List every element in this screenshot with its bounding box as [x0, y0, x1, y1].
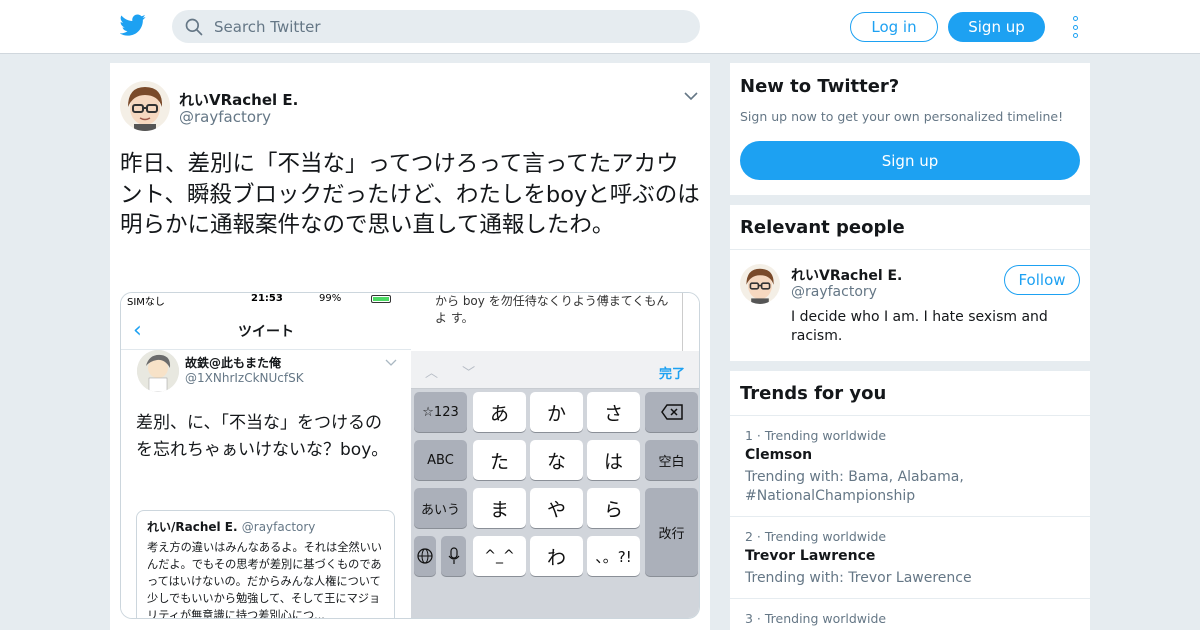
status-carrier: SIMなし: [127, 297, 165, 308]
phone-screenshot-right: から boy を勿任待なくりよう傅まてくもんよ す。 ︿ ﹀ 完了 ☆123 あ…: [411, 293, 699, 618]
keyboard-arrow-icons: ︿ ﹀: [425, 366, 486, 381]
author-avatar[interactable]: [120, 81, 170, 131]
key-ta: た: [473, 440, 526, 480]
search-box[interactable]: [172, 10, 700, 43]
battery-icon: [371, 295, 391, 303]
trends-title: Trends for you: [740, 383, 887, 404]
search-input[interactable]: [214, 17, 664, 36]
status-time: 21:53: [251, 293, 283, 304]
key-sa: さ: [587, 392, 640, 432]
key-aiu: あいう: [414, 488, 467, 528]
trend-item[interactable]: 1 · Trending worldwide Clemson Trending …: [730, 415, 1090, 516]
tweet-text: 昨日、差別に「不当な」ってつけろって言ってたアカウント、瞬殺ブロックだったけど、…: [120, 151, 700, 238]
chevron-down-icon[interactable]: [684, 91, 698, 101]
key-wa: わ: [530, 536, 583, 576]
relevant-people-card: Relevant people れいVRachel E. @rayfactory…: [730, 205, 1090, 361]
phone-nav-title: ツイート: [238, 324, 294, 340]
person-handle[interactable]: @rayfactory: [791, 284, 877, 300]
key-123: ☆123: [414, 392, 467, 432]
person-name[interactable]: れいVRachel E.: [791, 265, 902, 285]
quoted-text: 考え方の違いはみんなあるよ。それは全然いいんだよ。でもその思考が差別に基づくもの…: [147, 541, 382, 619]
key-enter: 改行: [645, 488, 698, 576]
trend-meta: 1 · Trending worldwide: [745, 428, 887, 443]
trend-related: Trending with: Trevor Lawerence: [745, 570, 972, 586]
key-ra: ら: [587, 488, 640, 528]
quoted-tweet: れい/Rachel E. @rayfactory 考え方の違いはみんなあるよ。そ…: [136, 510, 395, 619]
key-ma: ま: [473, 488, 526, 528]
new-to-twitter-card: New to Twitter? Sign up now to get your …: [730, 63, 1090, 195]
twitter-bird-logo-icon[interactable]: [120, 12, 146, 38]
key-na: な: [530, 440, 583, 480]
key-ka: か: [530, 392, 583, 432]
draft-area: から boy を勿任待なくりよう傅まてくもんよ す。: [411, 293, 699, 351]
phone-status-bar: SIMなし 21:53 99%: [121, 293, 411, 308]
more-options-icon[interactable]: [1068, 16, 1082, 38]
inner-author-name: 故鉄@此もまた俺: [185, 356, 282, 370]
inner-tweet-text: 差別、に、「不当な」をつけるのを忘れちゃぁいけないな？boy。: [136, 413, 389, 460]
author-name[interactable]: れいVRachel E.: [179, 89, 298, 110]
chevron-down-icon: [385, 359, 397, 366]
trend-name[interactable]: Clemson: [745, 447, 812, 463]
divider: [121, 349, 411, 350]
trend-item[interactable]: 3 · Trending worldwide: [730, 598, 1090, 630]
draft-text: から boy を勿任待なくりよう傅まてくもんよ す。: [435, 294, 669, 325]
japanese-keyboard: ︿ ﹀ 完了 ☆123 あ か さ ABC た な は 空白 あいう ま や ら: [411, 351, 699, 618]
keyboard-toolbar: ︿ ﹀ 完了: [411, 351, 699, 389]
quoted-author: れい/Rachel E. @rayfactory: [147, 520, 316, 534]
new-to-twitter-subtitle: Sign up now to get your own personalized…: [740, 109, 1064, 124]
sidebar-sign-up-button[interactable]: Sign up: [740, 141, 1080, 180]
tweet-card: れいVRachel E. @rayfactory 昨日、差別に「不当な」ってつけ…: [110, 63, 710, 630]
key-punctuation: 、。?!: [587, 536, 640, 576]
trends-card: Trends for you 1 · Trending worldwide Cl…: [730, 371, 1090, 630]
top-navigation-bar: Log in Sign up: [0, 0, 1200, 54]
status-battery-text: 99%: [319, 293, 342, 304]
author-handle[interactable]: @rayfactory: [179, 108, 271, 126]
divider: [730, 249, 1090, 250]
inner-avatar: [137, 350, 179, 392]
keyboard-done: 完了: [659, 367, 686, 382]
key-ya: や: [530, 488, 583, 528]
log-in-button[interactable]: Log in: [850, 12, 938, 42]
key-emoticon: ^_^: [473, 536, 526, 576]
search-icon: [185, 18, 203, 35]
trend-name[interactable]: Trevor Lawrence: [745, 548, 875, 564]
person-avatar[interactable]: [740, 264, 780, 304]
new-to-twitter-title: New to Twitter?: [740, 76, 900, 97]
trend-meta: 2 · Trending worldwide: [745, 529, 887, 544]
quoted-handle: @rayfactory: [241, 520, 316, 534]
backspace-icon: [645, 392, 698, 432]
phone-nav-bar: ‹ ツイート: [121, 315, 411, 345]
key-space: 空白: [645, 440, 698, 480]
trend-meta: 3 · Trending worldwide: [745, 611, 887, 626]
sign-up-button[interactable]: Sign up: [948, 12, 1045, 42]
key-abc: ABC: [414, 440, 467, 480]
phone-screenshot-left: SIMなし 21:53 99% ‹ ツイート 故鉄@此もまた俺 @1XNhrIz…: [121, 293, 411, 619]
trend-item[interactable]: 2 · Trending worldwide Trevor Lawrence T…: [730, 516, 1090, 598]
trend-related: Trending with: Bama, Alabama, #NationalC…: [745, 469, 964, 504]
relevant-people-title: Relevant people: [740, 217, 905, 238]
globe-icon: [414, 536, 436, 576]
tweet-media-image[interactable]: SIMなし 21:53 99% ‹ ツイート 故鉄@此もまた俺 @1XNhrIz…: [120, 292, 700, 619]
key-ha: は: [587, 440, 640, 480]
key-a: あ: [473, 392, 526, 432]
follow-button[interactable]: Follow: [1004, 265, 1080, 295]
inner-author-handle: @1XNhrIzCkNUcfSK: [185, 371, 304, 385]
microphone-icon: [441, 536, 466, 576]
person-bio: I decide who I am. I hate sexism and rac…: [791, 309, 1048, 344]
